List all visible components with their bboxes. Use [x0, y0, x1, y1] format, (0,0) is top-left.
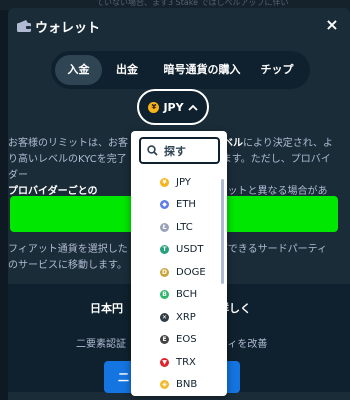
eth-coin-icon: ◆: [160, 200, 169, 210]
currency-option-label: JPY: [176, 176, 191, 188]
doge-coin-icon: D: [160, 267, 169, 277]
currency-option-eth[interactable]: ◆ ETH: [131, 194, 227, 217]
currency-option-label: EOS: [176, 334, 197, 346]
currency-option-eos[interactable]: E EOS: [131, 329, 227, 352]
currency-option-trx[interactable]: ▼ TRX: [131, 351, 227, 374]
currency-option-label: ETH: [176, 199, 196, 211]
fiat-note-left: フィアット通貨を選択した: [8, 244, 128, 255]
notice-text-1: お客様のリミットは、お客: [8, 138, 128, 149]
currency-option-label: XRP: [176, 311, 196, 323]
currency-option-label: BCH: [176, 289, 198, 301]
bch-coin-icon: B: [160, 290, 169, 300]
dropdown-scrollbar[interactable]: [221, 179, 224, 284]
currency-option-bnb[interactable]: ◈ BNB: [131, 374, 227, 397]
blue-button-left-text: 二: [118, 371, 129, 384]
currency-option-label: BNB: [176, 379, 198, 391]
bnb-coin-icon: ◈: [160, 380, 169, 390]
tab-withdraw[interactable]: 出金: [102, 55, 152, 85]
jpy-coin-icon: ¥: [160, 177, 169, 187]
currency-option-doge[interactable]: D DOGE: [131, 261, 227, 284]
currency-option-label: DOGE: [176, 266, 206, 278]
wallet-tabs: 入金 出金 暗号通貨の購入 チップ: [51, 51, 310, 89]
chevron-up-icon: [187, 101, 198, 114]
close-icon[interactable]: ×: [324, 16, 340, 34]
currency-label: JPY: [163, 100, 184, 114]
two-factor-text-left: 二要素認証: [76, 339, 126, 350]
currency-option-label: USDT: [176, 244, 204, 256]
currency-option-usdt[interactable]: T USDT: [131, 239, 227, 262]
modal-title: ウォレット: [35, 21, 101, 36]
currency-list: ¥ JPY ◆ ETH Ł LTC T USDT D DOGE B BCH ✕ XRP E EOS ▼ TRX ◈ B…: [131, 171, 227, 396]
currency-option-label: TRX: [176, 356, 196, 368]
modal-header: ウォレット ×: [8, 8, 350, 44]
fiat-note-right: ができるサードパーティ: [217, 244, 328, 255]
currency-select-button[interactable]: ¥ JPY: [137, 89, 209, 125]
currency-option-ltc[interactable]: Ł LTC: [131, 216, 227, 239]
jpy-coin-icon: ¥: [148, 101, 160, 113]
search-placeholder: 探す: [164, 144, 186, 158]
tab-tip[interactable]: チップ: [252, 55, 302, 85]
tab-deposit[interactable]: 入金: [55, 55, 102, 85]
currency-dropdown: 探す ¥ JPY ◆ ETH Ł LTC T USDT D DOGE B BCH ✕ XRP E EOS ▼ TR…: [131, 131, 227, 396]
currency-option-bch[interactable]: B BCH: [131, 284, 227, 307]
eos-coin-icon: E: [160, 335, 169, 345]
xrp-coin-icon: ✕: [160, 312, 169, 322]
tab-buy-crypto[interactable]: 暗号通貨の購入: [152, 55, 252, 85]
search-icon: [147, 141, 158, 160]
currency-option-label: LTC: [176, 221, 193, 233]
currency-option-xrp[interactable]: ✕ XRP: [131, 306, 227, 329]
wallet-icon: [16, 18, 32, 32]
currency-search-input[interactable]: 探す: [139, 137, 220, 164]
currency-option-jpy[interactable]: ¥ JPY: [131, 171, 227, 194]
jpy-heading: 日本円: [90, 302, 123, 315]
trx-coin-icon: ▼: [160, 357, 169, 367]
fiat-note-line2: のサービスに移動します。: [8, 260, 127, 271]
usdt-coin-icon: T: [160, 245, 169, 255]
ltc-coin-icon: Ł: [160, 222, 169, 232]
